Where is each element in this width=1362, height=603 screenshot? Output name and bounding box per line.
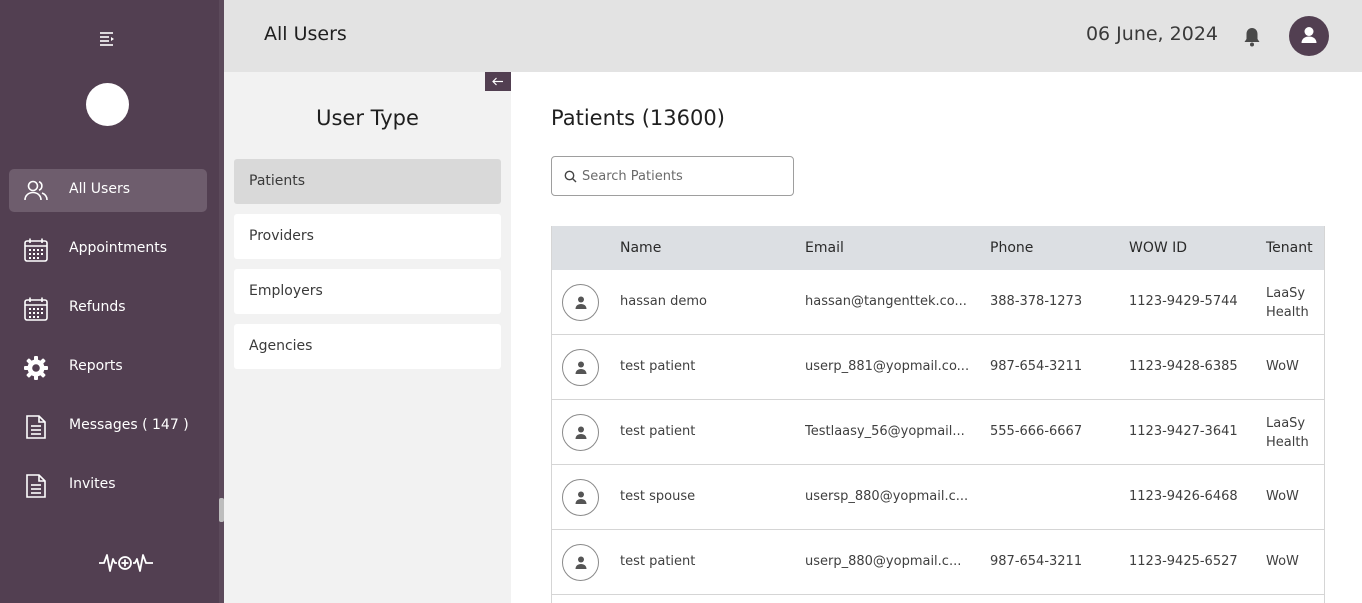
search-box[interactable] [551, 156, 794, 196]
search-icon [564, 170, 577, 183]
cell-tenant: LaaSy Health [1266, 286, 1309, 320]
arrow-left-icon [492, 77, 503, 86]
sidebar-item-invites[interactable]: Invites [9, 464, 207, 507]
user-type-patients[interactable]: Patients [234, 159, 501, 204]
wow-logo-icon [98, 551, 154, 575]
column-header-phone[interactable]: Phone [990, 240, 1033, 256]
user-type-label: Providers [249, 228, 314, 244]
cell-wow-id: 1123-9427-3641 [1129, 424, 1238, 439]
user-icon [575, 426, 587, 439]
document-icon [23, 473, 49, 499]
cell-tenant: WoW [1266, 489, 1299, 504]
user-icon [1301, 27, 1317, 43]
sidebar-item-all-users[interactable]: All Users [9, 169, 207, 212]
sidebar-item-label: Reports [69, 358, 123, 374]
user-type-employers[interactable]: Employers [234, 269, 501, 314]
gear-icon [23, 355, 49, 381]
page-title: All Users [264, 23, 347, 45]
cell-tenant: WoW [1266, 359, 1299, 374]
cell-wow-id: 1123-9426-6468 [1129, 489, 1238, 504]
avatar [562, 284, 599, 321]
section-title: Patients (13600) [551, 106, 725, 130]
user-icon [575, 491, 587, 504]
cell-name: hassan demo [620, 294, 707, 309]
cell-wow-id: 1123-9425-6527 [1129, 554, 1238, 569]
cell-email: Testlaasy_56@yopmail... [805, 424, 965, 439]
avatar [562, 544, 599, 581]
column-header-wow-id[interactable]: WOW ID [1129, 240, 1187, 256]
patients-table: Name Email Phone WOW ID Tenant hassan de… [551, 226, 1325, 603]
user-avatar[interactable] [1289, 16, 1329, 56]
sidebar-item-label: All Users [69, 181, 131, 197]
cell-phone: 388-378-1273 [990, 294, 1083, 309]
calendar-icon [23, 296, 49, 322]
table-row[interactable]: test patient userp_881@yopmail.co... 987… [552, 335, 1324, 400]
sidebar-item-label: Messages ( 147 ) [69, 417, 189, 433]
column-header-name[interactable]: Name [620, 240, 661, 256]
document-icon [23, 414, 49, 440]
user-type-label: Employers [249, 283, 323, 299]
sidebar-item-refunds[interactable]: Refunds [9, 287, 207, 330]
cell-wow-id: 1123-9429-5744 [1129, 294, 1238, 309]
cell-wow-id: 1123-9428-6385 [1129, 359, 1238, 374]
bell-icon[interactable] [1242, 26, 1262, 48]
sidebar-item-label: Appointments [69, 240, 168, 256]
user-icon [575, 361, 587, 374]
calendar-icon [23, 237, 49, 263]
table-row[interactable]: test spouse usersp_880@yopmail.c... 1123… [552, 465, 1324, 530]
avatar [562, 479, 599, 516]
profile-logo [86, 83, 129, 126]
cell-email: userp_880@yopmail.c... [805, 554, 962, 569]
user-icon [575, 296, 587, 309]
user-icon [575, 556, 587, 569]
cell-name: test patient [620, 424, 696, 439]
cell-phone: 987-654-3211 [990, 359, 1083, 374]
table-row[interactable]: test patient userp_880@yopmail.c... 987-… [552, 530, 1324, 595]
user-type-label: Patients [249, 173, 306, 189]
cell-tenant: LaaSy Health [1266, 416, 1309, 450]
cell-email: usersp_880@yopmail.c... [805, 489, 969, 504]
sidebar: All Users Appointments Refunds Reports M… [0, 0, 219, 603]
search-input[interactable] [582, 165, 782, 187]
menu-toggle-icon[interactable] [98, 29, 118, 49]
users-icon [23, 178, 49, 204]
user-type-label: Agencies [249, 338, 313, 354]
sidebar-item-reports[interactable]: Reports [9, 346, 207, 389]
avatar [562, 414, 599, 451]
table-row[interactable]: test patient Testlaasy_56@yopmail... 555… [552, 400, 1324, 465]
sidebar-item-appointments[interactable]: Appointments [9, 228, 207, 271]
cell-name: test patient [620, 554, 696, 569]
cell-email: userp_881@yopmail.co... [805, 359, 970, 374]
cell-phone: 555-666-6667 [990, 424, 1083, 439]
top-header: All Users 06 June, 2024 [224, 0, 1362, 72]
sidebar-item-label: Refunds [69, 299, 126, 315]
avatar [562, 349, 599, 386]
sidebar-item-messages[interactable]: Messages ( 147 ) [9, 405, 207, 448]
sidebar-item-label: Invites [69, 476, 116, 492]
column-header-email[interactable]: Email [805, 240, 844, 256]
user-type-providers[interactable]: Providers [234, 214, 501, 259]
cell-tenant: WoW [1266, 554, 1299, 569]
current-date: 06 June, 2024 [1085, 23, 1218, 45]
collapse-panel-button[interactable] [485, 72, 511, 91]
cell-phone: 987-654-3211 [990, 554, 1083, 569]
cell-name: test patient [620, 359, 696, 374]
table-row[interactable]: hassan demo hassan@tangenttek.co... 388-… [552, 270, 1324, 335]
cell-email: hassan@tangenttek.co... [805, 294, 967, 309]
column-header-tenant[interactable]: Tenant [1266, 240, 1313, 256]
user-type-title: User Type [316, 106, 419, 130]
cell-name: test spouse [620, 489, 696, 504]
user-type-panel: User Type Patients Providers Employers A… [224, 72, 511, 603]
table-header: Name Email Phone WOW ID Tenant [552, 226, 1324, 270]
user-type-agencies[interactable]: Agencies [234, 324, 501, 369]
